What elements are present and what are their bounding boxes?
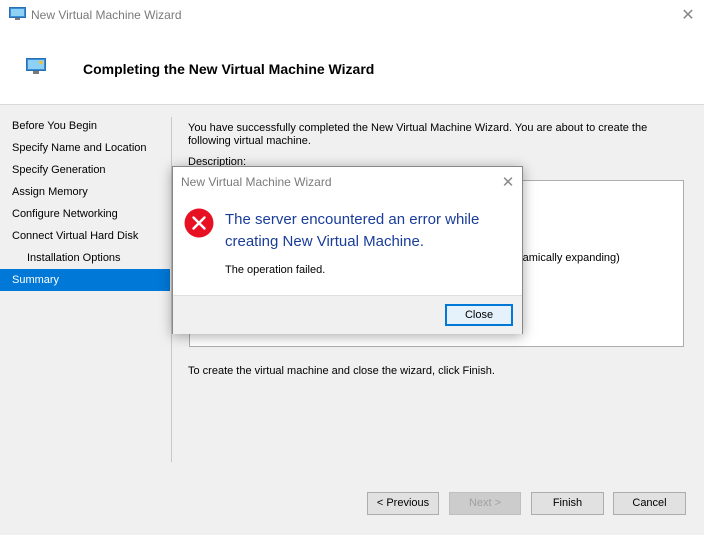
wizard-nav: Before You Begin Specify Name and Locati… [0, 115, 170, 291]
dialog-close-icon[interactable]: ✕ [498, 172, 518, 192]
nav-item-specify-name-and-location[interactable]: Specify Name and Location [0, 137, 170, 159]
description-text: ynamically expanding) [511, 252, 620, 264]
finish-button[interactable]: Finish [531, 492, 604, 515]
error-icon [184, 208, 214, 238]
nav-item-before-you-begin[interactable]: Before You Begin [0, 115, 170, 137]
finish-instructions: To create the virtual machine and close … [188, 365, 495, 377]
intro-text: You have successfully completed the New … [188, 122, 648, 147]
cancel-button[interactable]: Cancel [613, 492, 686, 515]
virtual-machine-icon [26, 58, 46, 74]
dialog-footer: Close [173, 295, 522, 334]
window-title: New Virtual Machine Wizard [31, 8, 182, 22]
dialog-title: New Virtual Machine Wizard [181, 175, 332, 189]
error-message: The server encountered an error while cr… [225, 211, 480, 250]
nav-item-connect-virtual-hard-disk[interactable]: Connect Virtual Hard Disk [0, 225, 170, 247]
virtual-machine-icon [9, 7, 26, 20]
page-title: Completing the New Virtual Machine Wizar… [83, 61, 375, 77]
wizard-header: Completing the New Virtual Machine Wizar… [0, 30, 704, 105]
nav-item-installation-options[interactable]: Installation Options [0, 247, 170, 269]
error-dialog: New Virtual Machine Wizard ✕ The server … [172, 166, 523, 334]
nav-item-configure-networking[interactable]: Configure Networking [0, 203, 170, 225]
dialog-close-button[interactable]: Close [445, 304, 513, 326]
next-button[interactable]: Next > [449, 492, 521, 515]
error-detail: The operation failed. [225, 264, 326, 276]
nav-item-specify-generation[interactable]: Specify Generation [0, 159, 170, 181]
previous-button[interactable]: < Previous [367, 492, 439, 515]
title-bar: New Virtual Machine Wizard ✕ [0, 0, 704, 30]
nav-item-assign-memory[interactable]: Assign Memory [0, 181, 170, 203]
window-close-button[interactable]: ✕ [674, 2, 702, 28]
nav-item-summary[interactable]: Summary [0, 269, 170, 291]
